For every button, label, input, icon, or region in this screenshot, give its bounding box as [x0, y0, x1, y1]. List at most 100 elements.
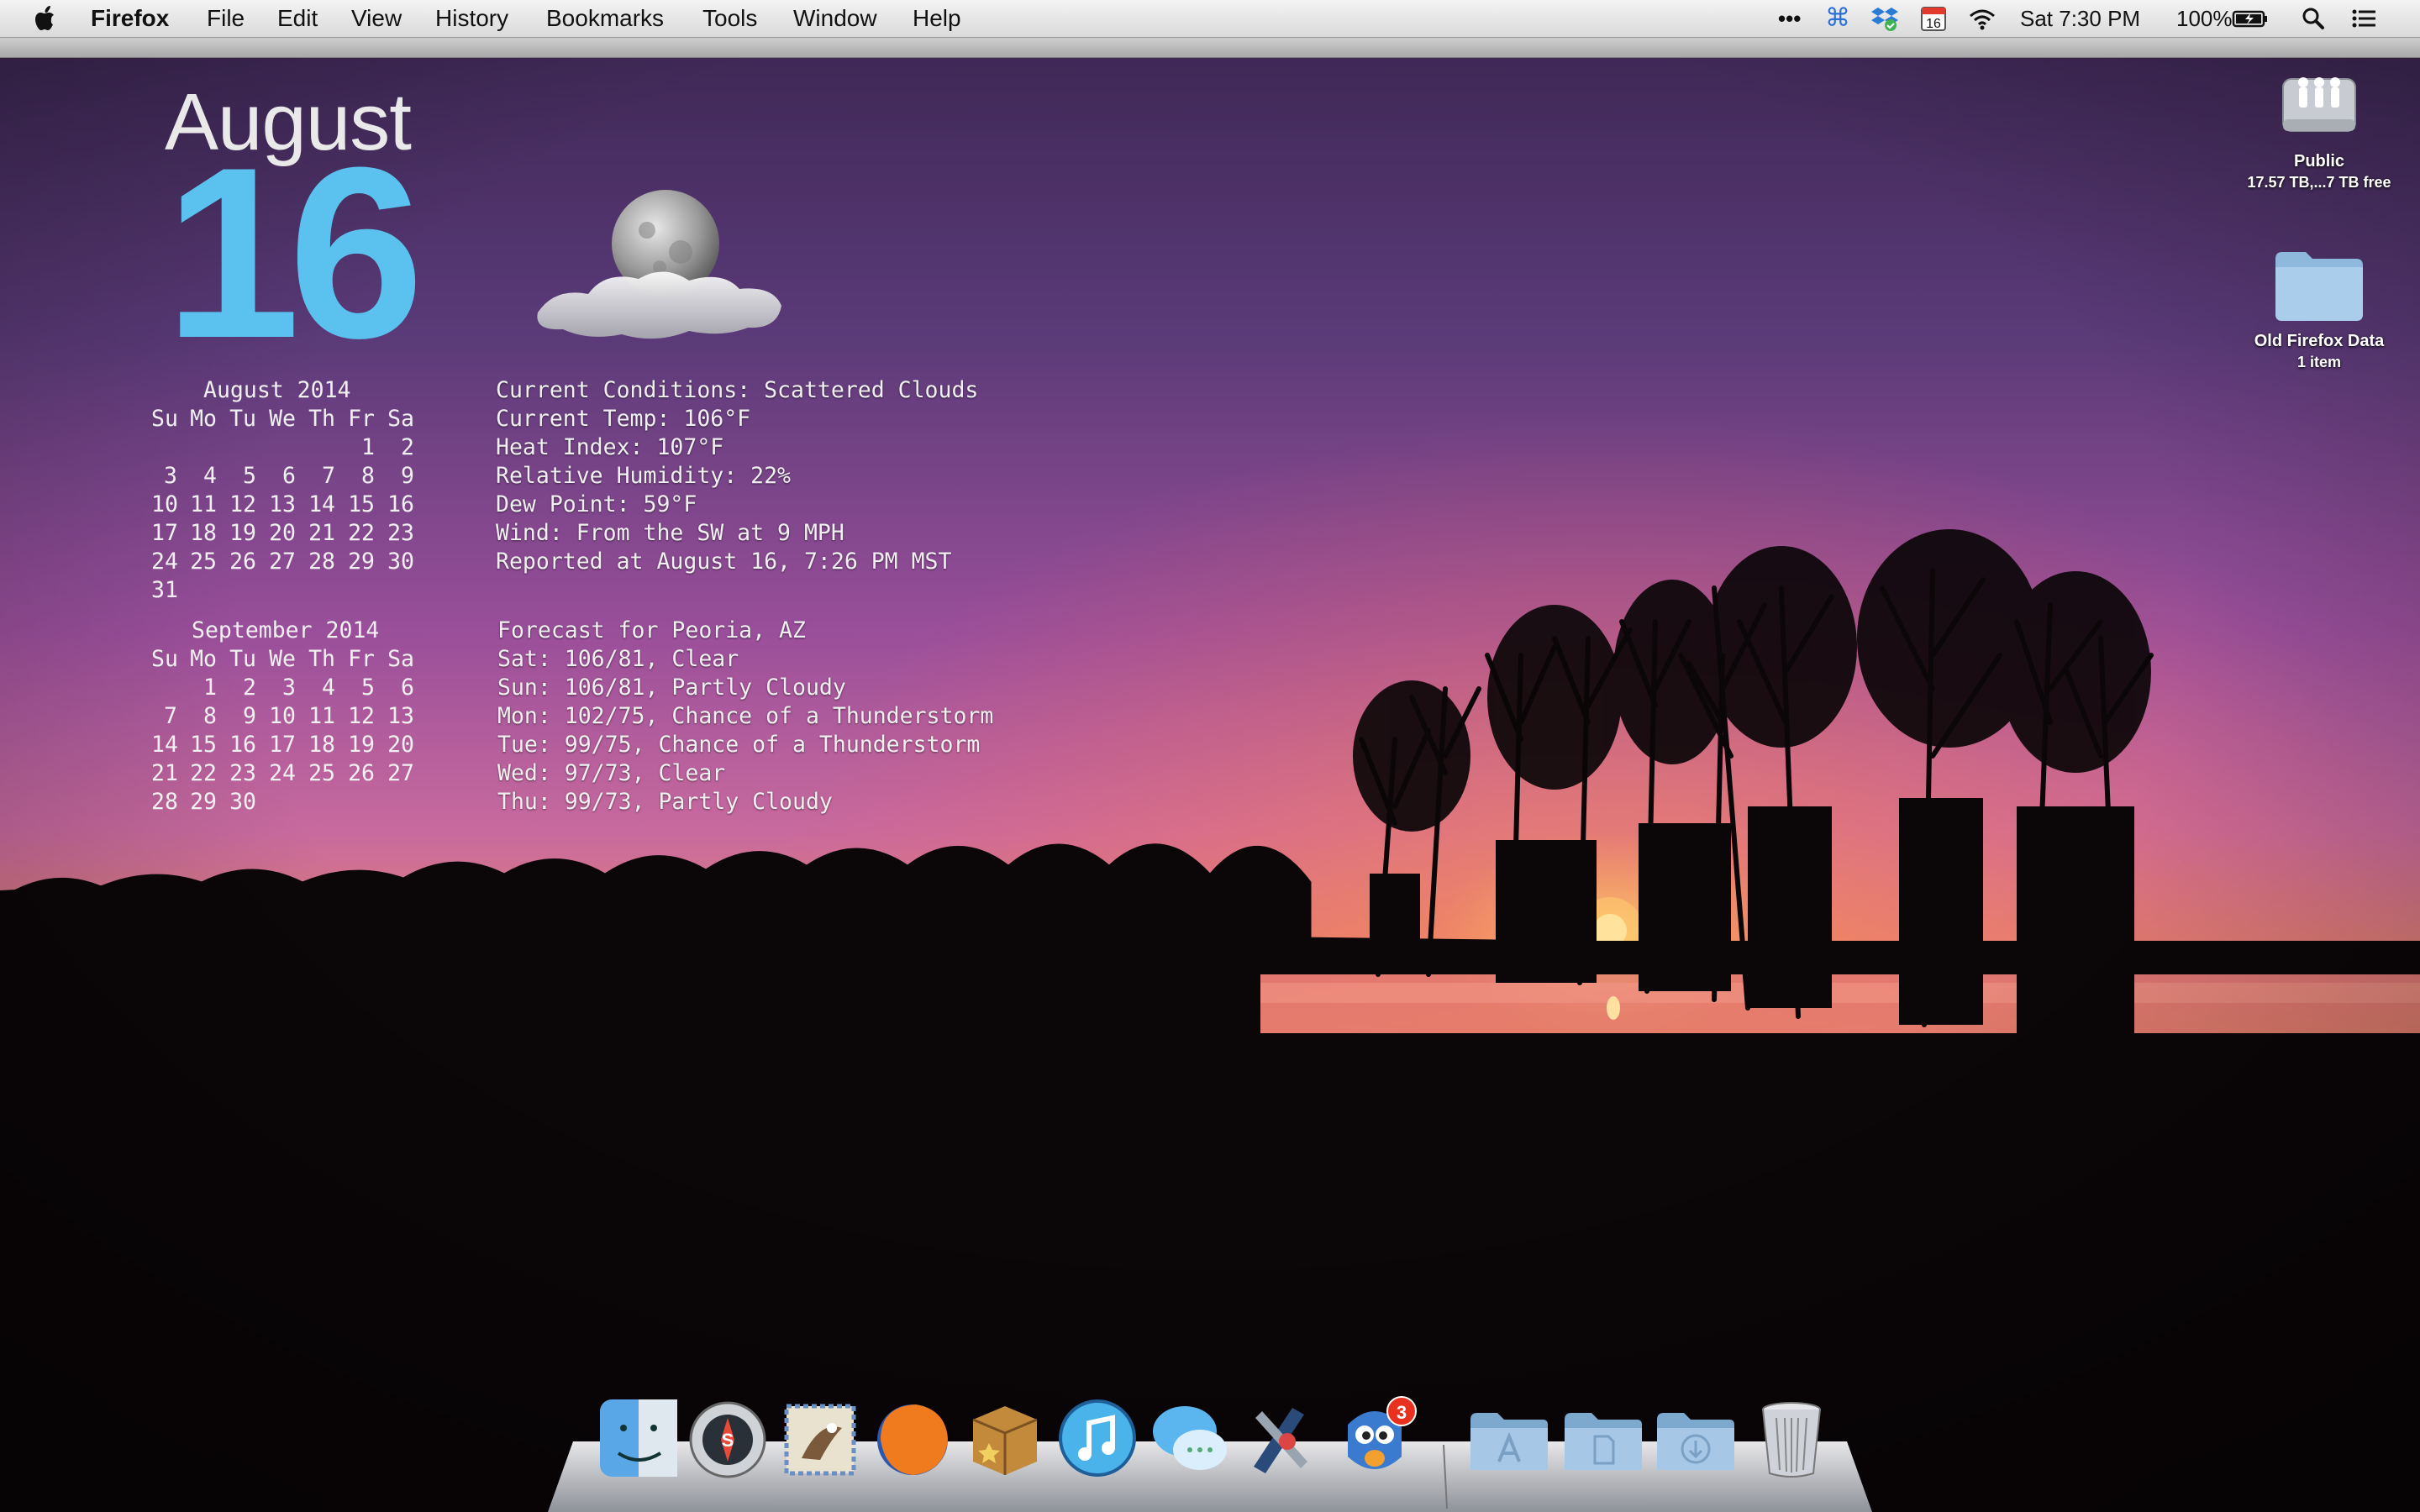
calendar-week-row: 31 [151, 576, 414, 605]
calendar-week-row: 28 29 30 [151, 788, 414, 816]
downloads-folder-icon[interactable] [1652, 1394, 1739, 1482]
weather-line: Current Temp: 106°F [496, 406, 751, 432]
menu-app-name[interactable]: Firefox [91, 0, 169, 37]
desktop-icon-public[interactable]: Public 17.57 TB,...7 TB free [2210, 54, 2420, 192]
calendar-weekday: Su [151, 406, 178, 432]
calendar-day: 12 [229, 491, 256, 517]
calendar-day: 17 [151, 520, 178, 546]
calendar-day [151, 674, 177, 702]
menubar-clock[interactable]: Sat 7:30 PM [2020, 0, 2140, 37]
calendar-day [177, 433, 217, 462]
calendar-day: 11 [190, 491, 217, 517]
scattered-clouds-moon-icon [537, 190, 781, 339]
calendar-week-row: 7 8 9 10 11 12 13 [151, 702, 414, 731]
calendar-day: 7 [164, 703, 177, 729]
trash-icon[interactable] [1748, 1394, 1835, 1482]
finder-icon[interactable] [595, 1394, 682, 1482]
calendar-weekday: Tu [229, 646, 256, 672]
calendar-weekday: We [269, 406, 296, 432]
applications-folder-icon[interactable] [1465, 1394, 1553, 1482]
path-finder-icon[interactable]: S [684, 1394, 771, 1482]
calendar-week-row: 12 [151, 433, 414, 462]
calendar-day: 19 [229, 520, 256, 546]
calendar-day: 22 [348, 520, 375, 546]
dropbox-icon[interactable] [1870, 5, 1899, 32]
weather-line: Current Conditions: Scattered Clouds [496, 377, 979, 403]
mail-icon[interactable] [776, 1394, 864, 1482]
menu-help[interactable]: Help [913, 0, 961, 37]
weather-line: Dew Point: 59°F [496, 491, 697, 517]
menu-bar: Firefox File Edit View History Bookmarks… [0, 0, 2420, 38]
calendar-day: 9 [401, 463, 414, 489]
itunes-icon[interactable] [1054, 1394, 1141, 1482]
calendar-day [256, 433, 296, 462]
calendar-day: 5 [361, 675, 375, 701]
background-window-edge[interactable] [0, 37, 2420, 58]
calendar-weekday: Tu [229, 406, 256, 432]
calendar-day [217, 433, 256, 462]
calendar-day: 12 [348, 703, 375, 729]
calendar-day: 23 [229, 760, 256, 786]
calendar-title: August 2014 [203, 377, 351, 403]
menu-window[interactable]: Window [793, 0, 877, 37]
calendar-icon[interactable]: 16 [1919, 5, 1948, 32]
calendar-day: 18 [190, 520, 217, 546]
desktop-icon-sublabel: 1 item [2296, 354, 2342, 370]
weather-line: Relative Humidity: 22% [496, 463, 791, 489]
calendar-weekday: We [269, 646, 296, 672]
firefox-icon[interactable] [869, 1394, 956, 1482]
menu-edit[interactable]: Edit [277, 0, 318, 37]
calendar-weekday: Fr [348, 646, 375, 672]
weather-line: Forecast for Peoria, AZ [497, 617, 806, 643]
menu-tools[interactable]: Tools [702, 0, 757, 37]
calendar-day [256, 788, 296, 816]
command-icon[interactable]: ⌘ [1825, 0, 1850, 37]
weather-line: Wed: 97/73, Clear [497, 760, 726, 786]
calendar-day: 19 [348, 732, 375, 758]
status-dots[interactable]: ••• [1778, 0, 1801, 37]
calendar-day: 10 [269, 703, 296, 729]
wifi-icon[interactable] [1968, 5, 1996, 32]
calendar-day: 13 [269, 491, 296, 517]
desktop-icon-sublabel: 17.57 TB,...7 TB free [2247, 174, 2391, 191]
calendar-day: 2 [401, 434, 414, 460]
menu-file[interactable]: File [207, 0, 245, 37]
spotlight-search-icon[interactable] [2299, 5, 2328, 32]
menu-view[interactable]: View [351, 0, 402, 37]
delicious-library-icon[interactable] [961, 1394, 1049, 1482]
battery-icon[interactable] [2232, 5, 2269, 32]
calendar-day: 25 [190, 549, 217, 575]
weather-line: Sat: 106/81, Clear [497, 646, 739, 672]
desktop-icon-old-firefox-data[interactable]: Old Firefox Data 1 item [2210, 242, 2420, 372]
calendar-day: 20 [269, 520, 296, 546]
calendar-day [296, 433, 335, 462]
calendar-day [177, 576, 217, 605]
calendar-day: 7 [322, 463, 335, 489]
menu-bookmarks[interactable]: Bookmarks [546, 0, 664, 37]
documents-folder-icon[interactable] [1560, 1394, 1647, 1482]
battery-percent[interactable]: 100% [2176, 0, 2233, 37]
calendar-day [256, 576, 296, 605]
calendar-weekday: Fr [348, 406, 375, 432]
calendar-week-row: 123456 [151, 674, 414, 702]
xcode-instruments-icon[interactable] [1237, 1394, 1324, 1482]
apple-icon[interactable] [32, 3, 60, 34]
calendar-day: 1 [203, 675, 217, 701]
calendar-day: 16 [387, 491, 414, 517]
calendar-day [375, 788, 414, 816]
menu-history[interactable]: History [435, 0, 508, 37]
messages-icon[interactable] [1146, 1394, 1234, 1482]
calendar-week-row: 14 15 16 17 18 19 20 [151, 731, 414, 759]
calendar-day: 10 [151, 491, 178, 517]
calendar-weekday-row: Su Mo Tu We Th Fr Sa [151, 645, 414, 674]
calendar-day: 24 [151, 549, 178, 575]
date-widget-day: 16 [165, 117, 424, 389]
calendar-day: 21 [308, 520, 335, 546]
calendar-day: 29 [348, 549, 375, 575]
calendar-day: 5 [243, 463, 256, 489]
notification-center-icon[interactable] [2349, 5, 2378, 32]
calendar-day [296, 576, 335, 605]
calendar-day: 28 [151, 789, 178, 815]
calendar-day: 30 [387, 549, 414, 575]
desktop-icon-label: Public [2293, 152, 2344, 171]
